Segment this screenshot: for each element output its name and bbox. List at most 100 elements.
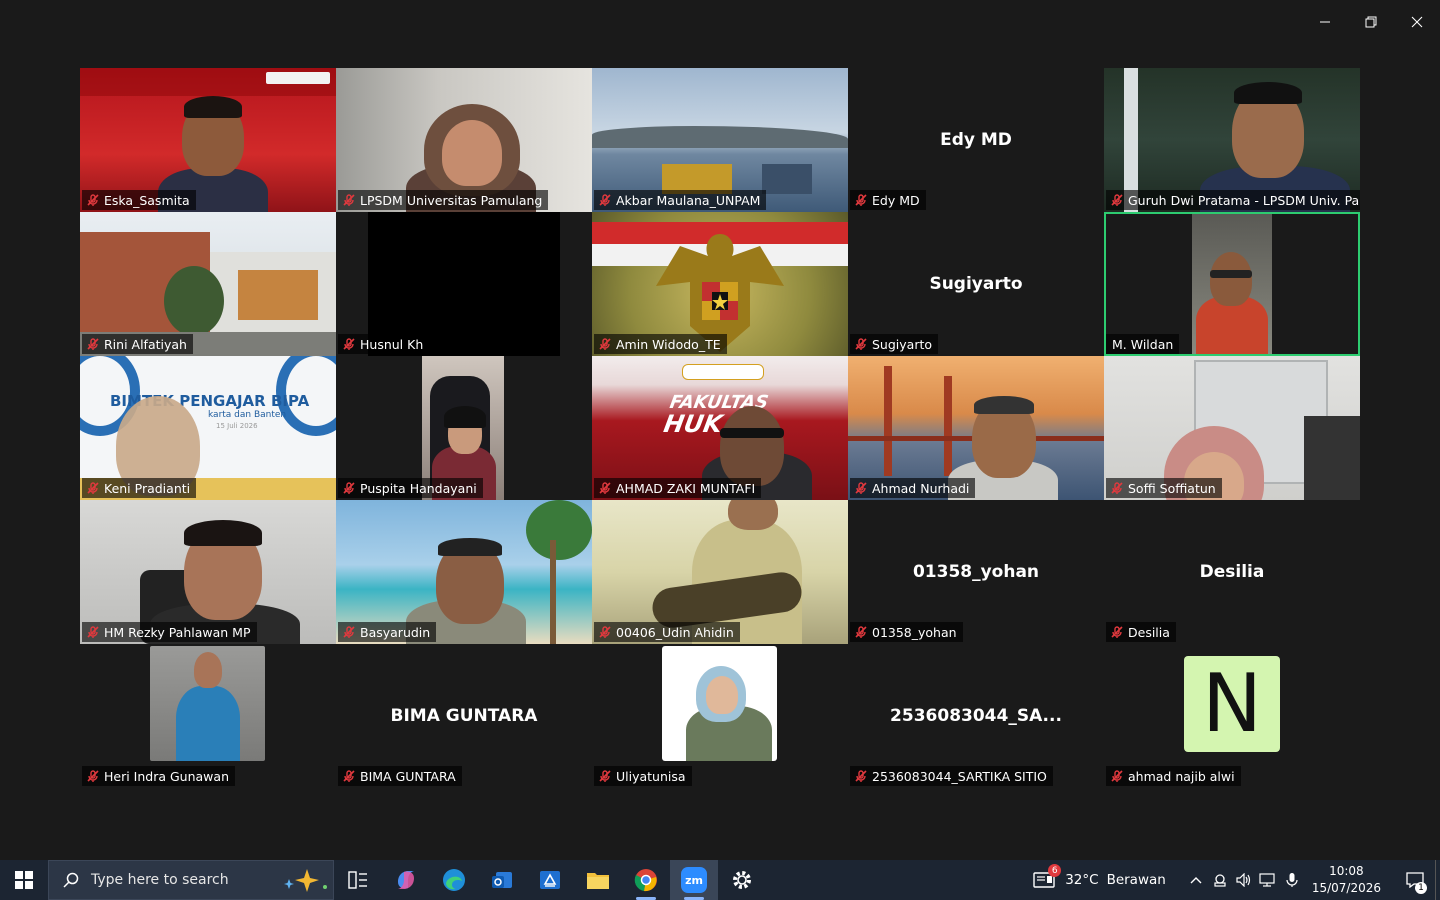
muted-mic-icon [87, 338, 99, 350]
participant-name: Uliyatunisa [616, 768, 686, 784]
participant-tile-active-speaker[interactable]: M. Wildan [1104, 212, 1360, 356]
search-placeholder: Type here to search [91, 872, 229, 888]
microphone-icon [1286, 873, 1298, 887]
restore-button[interactable] [1348, 0, 1394, 44]
participant-tile[interactable]: 2536083044_SA... 2536083044_SARTIKA SITI… [848, 644, 1104, 788]
participant-tile[interactable]: Sugiyarto Sugiyarto [848, 212, 1104, 356]
participant-tile[interactable]: Akbar Maulana_UNPAM [592, 68, 848, 212]
muted-mic-icon [599, 338, 611, 350]
name-label: Puspita Handayani [338, 478, 483, 498]
participant-tile[interactable]: Puspita Handayani [336, 356, 592, 500]
participant-tile[interactable]: Basyarudin [336, 500, 592, 644]
participant-tile[interactable]: Husnul Kh [336, 212, 592, 356]
participant-tile[interactable]: FAKULTAS HUK AHMAD ZAKI MUNTAFI [592, 356, 848, 500]
participant-name: M. Wildan [1112, 336, 1174, 352]
news-badge: 6 [1048, 864, 1062, 877]
file-explorer-app[interactable] [574, 860, 622, 900]
volume-button[interactable] [1232, 873, 1256, 887]
participant-tile[interactable]: LPSDM Universitas Pamulang [336, 68, 592, 212]
name-label: Rini Alfatiyah [82, 334, 193, 354]
clock[interactable]: 10:08 15/07/2026 [1312, 863, 1381, 897]
participant-name: Edy MD [872, 192, 920, 208]
name-label: ahmad najib alwi [1106, 766, 1241, 786]
microphone-button[interactable] [1280, 872, 1304, 888]
participant-tile[interactable]: BIMA GUNTARA BIMA GUNTARA [336, 644, 592, 788]
participant-tile[interactable]: Amin Widodo_TE [592, 212, 848, 356]
name-label: Sugiyarto [850, 334, 939, 354]
copilot-app[interactable] [382, 860, 430, 900]
close-button[interactable] [1394, 0, 1440, 44]
settings-app[interactable] [718, 860, 766, 900]
show-desktop-button[interactable] [1435, 860, 1440, 900]
participant-name: 2536083044_SARTIKA SITIO [872, 768, 1047, 784]
muted-mic-icon [87, 626, 99, 638]
taskbar-search-box[interactable]: Type here to search [48, 860, 334, 900]
name-label: AHMAD ZAKI MUNTAFI [594, 478, 762, 498]
muted-mic-icon [87, 194, 99, 206]
muted-mic-icon [599, 626, 611, 638]
meet-now-button[interactable] [1208, 873, 1232, 887]
participant-tile[interactable]: Ahmad Nurhadi [848, 356, 1104, 500]
muted-mic-icon [87, 482, 99, 494]
muted-mic-icon [343, 482, 355, 494]
chrome-app[interactable] [622, 860, 670, 900]
participant-tile[interactable]: 00406_Udin Ahidin [592, 500, 848, 644]
participant-name: Eska_Sasmita [104, 192, 190, 208]
participant-name: 00406_Udin Ahidin [616, 624, 734, 640]
muted-mic-icon [343, 194, 355, 206]
profile-picture [662, 646, 777, 761]
muted-mic-icon [343, 770, 355, 782]
participant-tile[interactable]: 01358_yohan 01358_yohan [848, 500, 1104, 644]
participant-name: Sugiyarto [872, 336, 933, 352]
participant-name: 01358_yohan [872, 624, 957, 640]
name-label: Uliyatunisa [594, 766, 692, 786]
participant-tile[interactable]: N ahmad najib alwi [1104, 644, 1360, 788]
slide-date: 15 Juli 2026 [216, 422, 258, 430]
muted-mic-icon [599, 770, 611, 782]
participant-tile[interactable]: Uliyatunisa [592, 644, 848, 788]
name-label: Eska_Sasmita [82, 190, 196, 210]
name-label: BIMA GUNTARA [338, 766, 462, 786]
outlook-app[interactable] [478, 860, 526, 900]
participant-tile[interactable]: HM Rezky Pahlawan MP [80, 500, 336, 644]
participant-name: AHMAD ZAKI MUNTAFI [616, 480, 756, 496]
muted-mic-icon [599, 482, 611, 494]
edge-app[interactable] [430, 860, 478, 900]
search-icon [63, 872, 79, 888]
zoom-app[interactable]: zm [670, 860, 718, 900]
speaker-icon [1236, 873, 1250, 887]
task-view-button[interactable] [334, 860, 382, 900]
muted-mic-icon [1111, 770, 1123, 782]
notification-center-button[interactable]: 1 [1395, 860, 1435, 900]
muted-mic-icon [855, 482, 867, 494]
participant-tile[interactable]: Guruh Dwi Pratama - LPSDM Univ. Pa... [1104, 68, 1360, 212]
participant-name: Heri Indra Gunawan [104, 768, 229, 784]
participant-name: Husnul Kh [360, 336, 424, 352]
show-hidden-icons-button[interactable] [1184, 876, 1208, 884]
participant-tile[interactable]: Eska_Sasmita [80, 68, 336, 212]
remote-app[interactable] [526, 860, 574, 900]
name-label: 00406_Udin Ahidin [594, 622, 740, 642]
network-icon [1259, 873, 1275, 887]
name-label: Akbar Maulana_UNPAM [594, 190, 767, 210]
windows-logo-icon [15, 871, 33, 889]
name-label: Guruh Dwi Pratama - LPSDM Univ. Pa... [1106, 190, 1360, 210]
minimize-button[interactable] [1302, 0, 1348, 44]
participant-name: Ahmad Nurhadi [872, 480, 970, 496]
start-button[interactable] [0, 860, 48, 900]
chevron-up-icon [1190, 877, 1202, 884]
taskbar: Type here to search zm 6 32°C Berawan 10… [0, 860, 1440, 900]
participant-tile[interactable]: Edy MD Edy MD [848, 68, 1104, 212]
participant-tile[interactable]: BIMTEK PENGAJAR BIPA karta dan Banten 15… [80, 356, 336, 500]
muted-mic-icon [1111, 626, 1123, 638]
participant-tile[interactable]: Heri Indra Gunawan [80, 644, 336, 788]
weather-widget[interactable]: 6 32°C Berawan [1033, 864, 1166, 890]
muted-mic-icon [855, 338, 867, 350]
participant-tile[interactable]: Rini Alfatiyah [80, 212, 336, 356]
participant-tile[interactable]: Soffi Soffiatun [1104, 356, 1360, 500]
muted-mic-icon [855, 770, 867, 782]
name-label: Husnul Kh [338, 334, 430, 354]
participant-tile[interactable]: Desilia Desilia [1104, 500, 1360, 644]
network-button[interactable] [1256, 873, 1280, 887]
weather-condition: Berawan [1106, 872, 1166, 888]
